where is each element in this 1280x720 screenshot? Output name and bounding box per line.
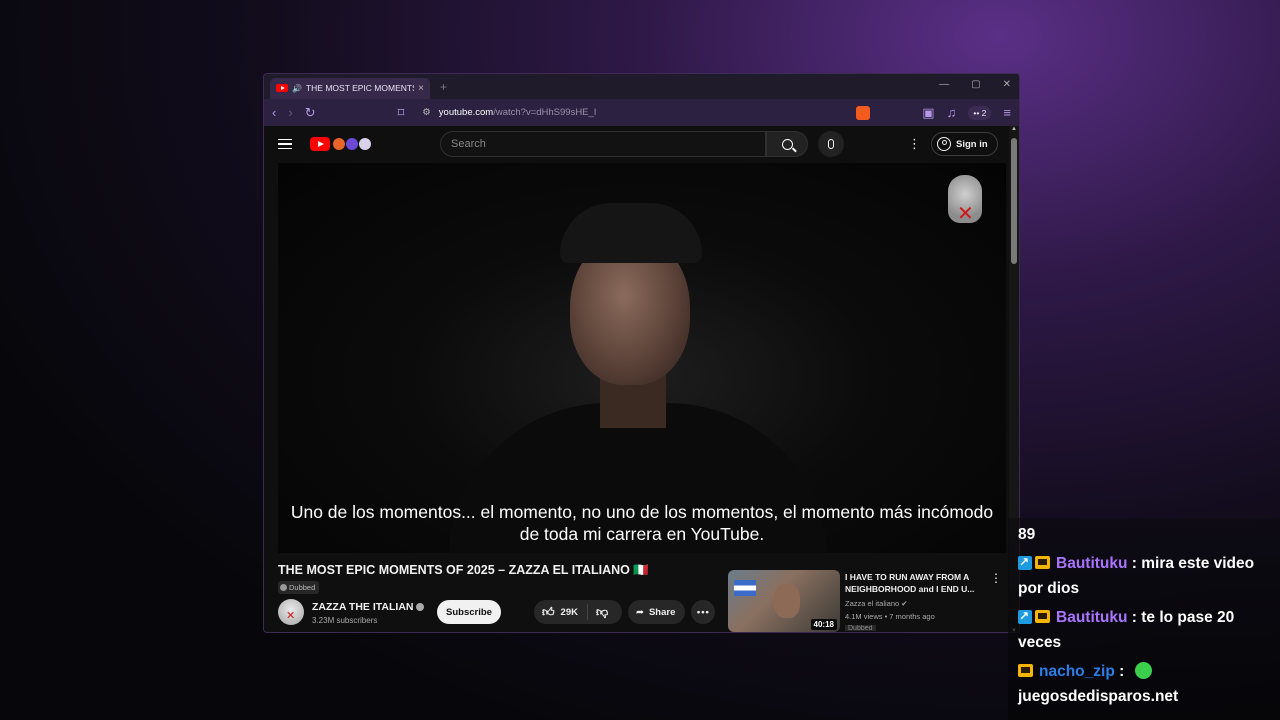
chat-username: Bautituku xyxy=(1056,555,1128,572)
scroll-up-icon[interactable]: ▲ xyxy=(1011,126,1017,132)
emote-icon xyxy=(1134,662,1152,679)
extensions-badge[interactable]: •• 2 xyxy=(968,105,992,120)
tab-youtube[interactable]: 🔊 THE MOST EPIC MOMENTS O × xyxy=(270,77,430,99)
video-player[interactable]: Uno de los momentos... el momento, no un… xyxy=(278,163,1006,553)
doodle-icon[interactable] xyxy=(333,138,371,150)
subtitle-line-1: Uno de los momentos... el momento, no un… xyxy=(290,502,994,522)
video-info: THE MOST EPIC MOMENTS OF 2025 – ZAZZA EL… xyxy=(278,563,724,596)
tab-title: THE MOST EPIC MOMENTS O xyxy=(305,83,415,93)
channel-row: ZAZZA THE ITALIAN 3.23M subscribers Subs… xyxy=(278,598,738,628)
search-icon xyxy=(781,138,793,150)
account-icon xyxy=(937,137,951,151)
channel-name[interactable]: ZAZZA THE ITALIAN xyxy=(312,601,425,613)
back-icon[interactable]: ‹ xyxy=(272,105,276,120)
video-title: THE MOST EPIC MOMENTS OF 2025 – ZAZZA EL… xyxy=(278,563,649,577)
channel-watermark-icon[interactable] xyxy=(948,175,982,226)
dubbed-badge: Dubbed xyxy=(278,581,320,594)
share-button[interactable]: ➦ Share xyxy=(628,600,686,624)
video-duration: 40:18 xyxy=(810,619,837,630)
chat-message: Bautituku : mira este video por dios xyxy=(1018,550,1270,601)
recommended-thumbnail[interactable]: 40:18 xyxy=(728,570,840,632)
more-actions-button[interactable]: ••• xyxy=(691,600,716,624)
subtitle-line-2: de toda mi carrera en YouTube. xyxy=(519,524,765,544)
chat-text: : te lo pase 20 veces xyxy=(1018,609,1235,651)
sidebar-icon[interactable]: ▣ xyxy=(922,105,934,121)
minimize-icon[interactable]: — xyxy=(939,79,949,90)
youtube-logo-icon[interactable] xyxy=(310,137,330,151)
tab-close-icon[interactable]: × xyxy=(418,83,424,94)
subscribe-button[interactable]: Subscribe xyxy=(437,600,501,624)
flag-image xyxy=(734,580,756,596)
crown-badge-icon xyxy=(1035,610,1050,623)
crown-badge-icon xyxy=(1035,556,1050,569)
video-actions: 👍︎ 29K 👎︎ ➦ Share ••• xyxy=(534,600,716,624)
chat-message: nacho_zip : xyxy=(1018,659,1270,684)
dubbed-icon xyxy=(280,584,287,591)
subscriber-count: 3.23M subscribers xyxy=(312,616,378,625)
mic-icon xyxy=(828,139,834,149)
music-icon[interactable]: ♫ xyxy=(947,105,957,120)
chat-message: 89 xyxy=(1018,526,1036,543)
chat-username: Bautituku xyxy=(1056,609,1128,626)
scroll-thumb[interactable] xyxy=(1011,138,1017,264)
brave-shield-icon[interactable] xyxy=(856,105,871,120)
person-image xyxy=(774,584,800,618)
chat-message: juegosdedisparos.net xyxy=(1018,688,1179,705)
search-input[interactable]: Search xyxy=(440,131,766,157)
like-count: 29K xyxy=(560,606,578,618)
channel-avatar[interactable] xyxy=(278,599,304,625)
recommended-meta: 4.1M views • 7 months ago xyxy=(845,612,935,621)
recommended-dubbed-badge: Dubbed xyxy=(845,625,876,631)
crown-badge-icon xyxy=(1018,664,1033,677)
vip-badge-icon xyxy=(1018,550,1032,575)
site-settings-icon[interactable]: ⚙ xyxy=(422,107,431,118)
hamburger-icon[interactable] xyxy=(278,138,292,150)
search-button[interactable] xyxy=(766,131,808,157)
recommended-channel[interactable]: Zazza el italiano ✔ xyxy=(845,599,908,608)
video-subtitles: Uno de los momentos... el momento, no un… xyxy=(278,501,1006,545)
browser-window: 🔊 THE MOST EPIC MOMENTS O × + — ▢ ✕ ‹ › … xyxy=(263,73,1020,633)
new-tab-icon[interactable]: + xyxy=(440,80,447,94)
thumbs-up-icon: 👍︎ xyxy=(542,604,555,619)
sign-in-label: Sign in xyxy=(956,138,988,150)
vip-badge-icon xyxy=(1018,604,1032,629)
sign-in-button[interactable]: Sign in xyxy=(931,132,998,156)
maximize-icon[interactable]: ▢ xyxy=(971,79,980,90)
chat-username: nacho_zip xyxy=(1039,663,1115,680)
chat-text: : mira este video por dios xyxy=(1018,555,1255,597)
bookmark-icon[interactable]: ⌑ xyxy=(398,105,405,121)
menu-icon[interactable]: ≡ xyxy=(1003,105,1011,120)
youtube-favicon-icon xyxy=(276,84,288,92)
url-path: /watch?v=dHhS99sHE_I xyxy=(493,107,597,118)
recommended-menu-icon[interactable]: ⋮ xyxy=(990,571,1002,585)
verified-icon xyxy=(416,603,425,612)
url-host: youtube.com xyxy=(438,107,494,118)
tab-bar: 🔊 THE MOST EPIC MOMENTS O × + — ▢ ✕ xyxy=(264,74,1019,99)
share-icon: ➦ xyxy=(636,606,644,618)
address-bar: ‹ › ↻ ⌑ ⚙ youtube.com/watch?v=dHhS99sHE_… xyxy=(264,99,1019,126)
share-label: Share xyxy=(648,606,676,618)
reload-icon[interactable]: ↻ xyxy=(305,105,316,121)
voice-search-button[interactable] xyxy=(818,131,844,157)
forward-icon[interactable]: › xyxy=(288,105,292,120)
window-controls: — ▢ ✕ xyxy=(939,79,1011,90)
like-dislike-group: 👍︎ 29K 👎︎ xyxy=(534,600,622,624)
recommended-video[interactable]: 40:18 I HAVE TO RUN AWAY FROM A NEIGHBOR… xyxy=(728,570,1008,632)
dislike-button[interactable]: 👎︎ xyxy=(588,605,608,620)
chat-message: Bautituku : te lo pase 20 veces xyxy=(1018,604,1270,655)
recommended-title[interactable]: I HAVE TO RUN AWAY FROM A NEIGHBORHOOD a… xyxy=(845,571,985,595)
chat-text: : xyxy=(1114,663,1129,680)
stream-chat-overlay: 89 Bautituku : mira este video por dios … xyxy=(1008,518,1280,720)
verified-icon: ✔ xyxy=(901,599,908,608)
like-button[interactable]: 👍︎ 29K xyxy=(534,604,588,620)
url-field[interactable]: ⚙ youtube.com/watch?v=dHhS99sHE_I xyxy=(416,103,844,122)
settings-menu-icon[interactable]: ⋮ xyxy=(908,136,921,152)
person-hair xyxy=(560,203,702,263)
window-close-icon[interactable]: ✕ xyxy=(1003,79,1011,90)
youtube-header: Search ⋮ Sign in xyxy=(264,126,1019,162)
speaker-icon[interactable]: 🔊 xyxy=(292,84,302,93)
